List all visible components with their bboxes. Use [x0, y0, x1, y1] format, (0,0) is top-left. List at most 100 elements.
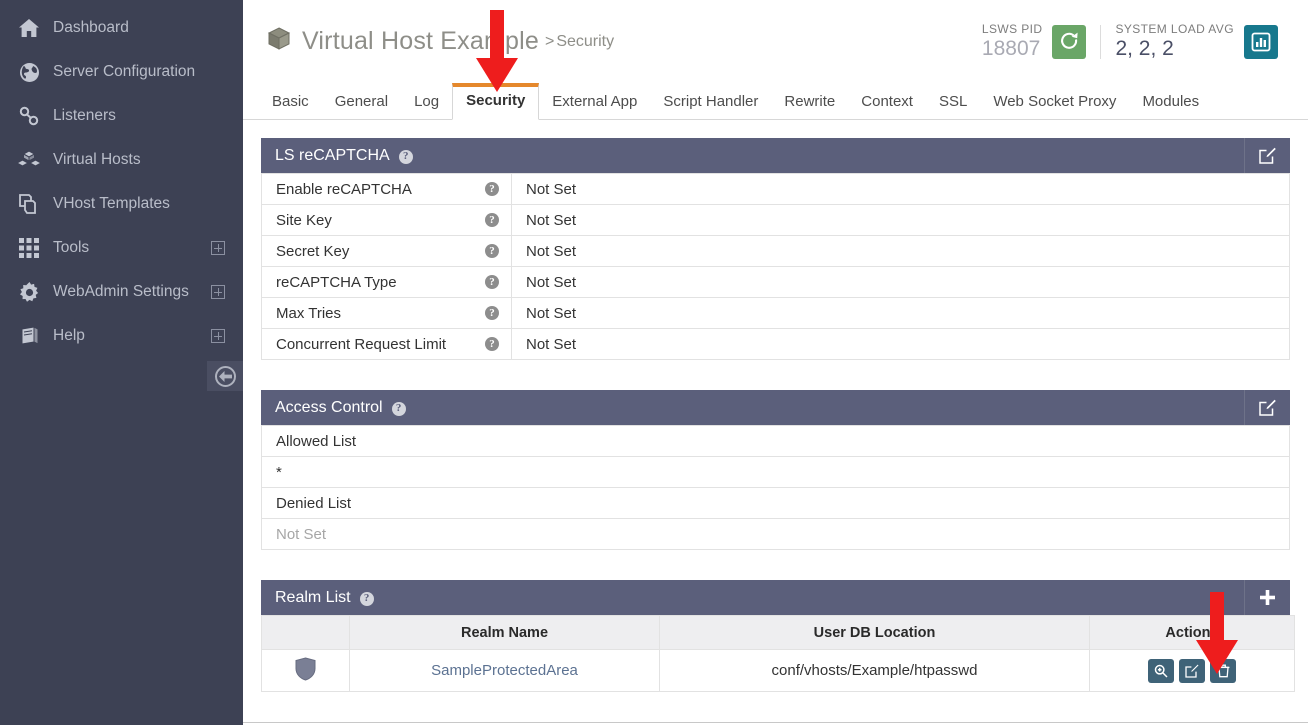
link-icon [12, 105, 46, 127]
row-label: reCAPTCHA Type [276, 273, 397, 291]
table-row: Secret Key ? Not Set [261, 235, 1290, 267]
sidebar-item-label: Listeners [53, 107, 116, 124]
delete-icon[interactable] [1210, 658, 1236, 683]
arrow-left-circle-icon[interactable] [214, 365, 236, 387]
expand-webadmin-settings-icon[interactable] [211, 285, 225, 299]
expand-tools-icon[interactable] [211, 241, 225, 255]
content-area: LS reCAPTCHA ? Enable reCAPTCHA ? Not Se… [243, 120, 1308, 692]
sidebar-item-server-configuration[interactable]: Server Configuration [0, 50, 243, 94]
expand-help-icon[interactable] [211, 329, 225, 343]
realm-icon-cell [261, 649, 350, 692]
home-icon [12, 18, 46, 38]
tab-bar: Basic General Log Security External App … [243, 82, 1308, 120]
access-control-table: Allowed List * Denied List Not Set [261, 425, 1290, 550]
help-icon[interactable]: ? [485, 213, 499, 227]
sidebar-item-help[interactable]: Help [0, 314, 243, 358]
sidebar-item-listeners[interactable]: Listeners [0, 94, 243, 138]
help-icon[interactable]: ? [485, 275, 499, 289]
sidebar-item-label: Server Configuration [53, 63, 196, 80]
help-icon[interactable]: ? [359, 591, 374, 606]
sidebar-item-tools[interactable]: Tools [0, 226, 243, 270]
sidebar-item-virtual-hosts[interactable]: Virtual Hosts [0, 138, 243, 182]
help-icon[interactable]: ? [485, 337, 499, 351]
help-icon[interactable]: ? [398, 149, 413, 164]
table-row: Denied List [261, 487, 1290, 519]
chart-bar-icon[interactable] [1243, 24, 1278, 59]
panel-header-actions [1243, 580, 1290, 615]
tab-ssl[interactable]: SSL [926, 85, 980, 120]
plus-icon[interactable] [1243, 580, 1290, 615]
row-label: Max Tries [276, 304, 342, 322]
table-header-row: Realm Name User DB Location Actions [261, 615, 1295, 650]
denied-list-label: Denied List [261, 487, 1290, 519]
table-row: Enable reCAPTCHA ? Not Set [261, 173, 1290, 205]
panel-access-control: Access Control ? Allowed List * Denied L… [261, 390, 1290, 550]
edit-icon[interactable] [1243, 138, 1290, 173]
tab-external-app[interactable]: External App [539, 85, 650, 120]
row-value: Not Set [511, 173, 1290, 205]
panel-header: Access Control ? [261, 390, 1290, 425]
tab-log[interactable]: Log [401, 85, 452, 120]
page-title: Virtual Host Example > Security [259, 20, 614, 57]
help-icon[interactable]: ? [485, 182, 499, 196]
panel-title: Realm List [275, 588, 351, 606]
stat-label: LSWS PID [981, 22, 1043, 36]
sidebar-item-label: Dashboard [53, 19, 129, 36]
table-row: Allowed List [261, 425, 1290, 457]
row-label: Site Key [276, 211, 332, 229]
table-row: Max Tries ? Not Set [261, 297, 1290, 329]
stat-label: SYSTEM LOAD AVG [1115, 22, 1234, 36]
panel-header: Realm List ? [261, 580, 1290, 615]
row-label: Secret Key [276, 242, 350, 260]
view-icon[interactable] [1148, 658, 1174, 683]
sidebar-item-webadmin-settings[interactable]: WebAdmin Settings [0, 270, 243, 314]
realm-name[interactable]: SampleProtectedArea [349, 649, 660, 692]
row-label-cell: Max Tries ? [261, 297, 512, 329]
table-row: Not Set [261, 518, 1290, 550]
help-icon[interactable]: ? [485, 244, 499, 258]
denied-list-value: Not Set [261, 518, 1290, 550]
row-label: Enable reCAPTCHA [276, 180, 412, 198]
app-root: Dashboard Server Configuration Listeners… [0, 0, 1308, 725]
sidebar-item-label: WebAdmin Settings [53, 283, 189, 300]
tab-basic[interactable]: Basic [259, 85, 322, 120]
tab-general[interactable]: General [322, 85, 401, 120]
row-label-cell: Enable reCAPTCHA ? [261, 173, 512, 205]
tab-context[interactable]: Context [848, 85, 926, 120]
column-header-user-db-location: User DB Location [659, 615, 1090, 650]
sidebar-item-dashboard[interactable]: Dashboard [0, 6, 243, 50]
sidebar-item-vhost-templates[interactable]: VHost Templates [0, 182, 243, 226]
refresh-icon[interactable] [1052, 24, 1087, 59]
panel-header: LS reCAPTCHA ? [261, 138, 1290, 173]
panel-ls-recaptcha: LS reCAPTCHA ? Enable reCAPTCHA ? Not Se… [261, 138, 1290, 360]
allowed-list-value: * [261, 456, 1290, 488]
row-label-cell: Secret Key ? [261, 235, 512, 267]
edit-icon[interactable] [1179, 658, 1205, 683]
panel-header-actions [1243, 390, 1290, 425]
panel-title: LS reCAPTCHA [275, 146, 390, 164]
help-icon[interactable]: ? [485, 306, 499, 320]
help-icon[interactable]: ? [391, 401, 406, 416]
tab-modules[interactable]: Modules [1129, 85, 1212, 120]
panel-title: Access Control [275, 398, 383, 416]
shield-icon [295, 656, 316, 685]
tab-script-handler[interactable]: Script Handler [650, 85, 771, 120]
tab-security[interactable]: Security [452, 83, 540, 120]
topbar: Virtual Host Example > Security LSWS PID… [243, 0, 1308, 82]
column-header-actions: Actions [1089, 615, 1295, 650]
stat-system-load-avg: SYSTEM LOAD AVG 2, 2, 2 [1101, 22, 1291, 61]
tab-web-socket-proxy[interactable]: Web Socket Proxy [980, 85, 1129, 120]
edit-icon[interactable] [1243, 390, 1290, 425]
row-value: Not Set [511, 266, 1290, 298]
row-label-cell: Site Key ? [261, 204, 512, 236]
boxes-icon [12, 149, 46, 171]
sidebar-item-label: Virtual Hosts [53, 151, 141, 168]
book-icon [12, 326, 46, 346]
gear-icon [12, 281, 46, 303]
stat-text: LSWS PID 18807 [982, 22, 1043, 61]
title-separator: > [544, 32, 555, 50]
table-row: reCAPTCHA Type ? Not Set [261, 266, 1290, 298]
column-header-blank [261, 615, 350, 650]
row-label-cell: reCAPTCHA Type ? [261, 266, 512, 298]
tab-rewrite[interactable]: Rewrite [771, 85, 848, 120]
